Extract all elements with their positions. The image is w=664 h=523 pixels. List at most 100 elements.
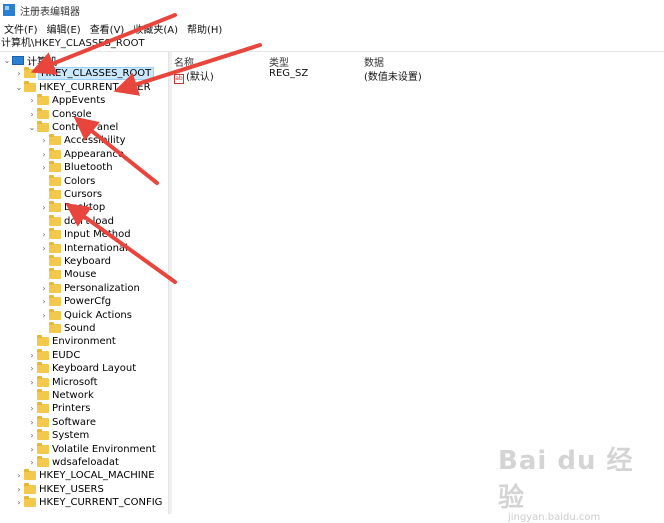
menu-view[interactable]: 查看(V) <box>86 21 130 36</box>
folder-icon <box>49 174 61 186</box>
folder-icon <box>37 348 49 360</box>
tree-item-label: Environment <box>52 336 116 348</box>
chevron-right-icon[interactable]: › <box>14 471 24 480</box>
chevron-right-icon[interactable]: › <box>39 203 49 212</box>
tree-item[interactable]: › Software <box>27 415 96 429</box>
tree-item-label: Desktop <box>64 202 106 214</box>
menu-bar: 文件(F) 编辑(E) 查看(V) 收藏夹(A) 帮助(H) <box>0 20 664 36</box>
chevron-right-icon[interactable]: › <box>27 445 37 454</box>
chevron-right-icon[interactable]: › <box>27 431 37 440</box>
tree-item[interactable]: › International <box>39 241 128 255</box>
tree-item[interactable]: › HKEY_LOCAL_MACHINE <box>14 469 155 482</box>
chevron-right-icon[interactable]: › <box>27 378 37 387</box>
chevron-right-icon[interactable]: › <box>39 163 49 172</box>
value-row[interactable]: ab (默认) REG_SZ (数值未设置) <box>172 68 664 84</box>
folder-icon <box>37 429 49 441</box>
tree-item[interactable]: › EUDC <box>27 348 80 362</box>
tree-item[interactable]: › HKEY_USERS <box>14 482 104 496</box>
tree-item[interactable]: Network <box>27 389 94 402</box>
tree-item[interactable]: › HKEY_CURRENT_CONFIG <box>14 496 162 509</box>
tree-item-label: HKEY_CURRENT_CONFIG <box>39 497 163 509</box>
chevron-right-icon[interactable]: › <box>27 110 37 119</box>
chevron-right-icon[interactable]: › <box>14 69 24 78</box>
address-bar[interactable]: 计算机\HKEY_CLASSES_ROOT <box>0 37 664 52</box>
tree-item[interactable]: › System <box>27 429 89 442</box>
tree-item[interactable]: › AppEvents <box>27 94 105 107</box>
value-data: (数值未设置) <box>364 72 422 83</box>
tree-item[interactable]: › Microsoft <box>27 375 98 389</box>
chevron-right-icon[interactable]: › <box>14 485 24 494</box>
tree-item-label: Sound <box>64 323 96 334</box>
window-title: 注册表编辑器 <box>20 6 80 18</box>
tree-item[interactable]: › Bluetooth <box>39 161 113 174</box>
tree-item[interactable]: ⌄ HKEY_CURRENT_USER <box>14 80 151 94</box>
tree-item[interactable]: ⌄ Control Panel <box>27 121 118 134</box>
tree-item[interactable]: Cursors <box>39 188 102 201</box>
chevron-down-icon[interactable]: ⌄ <box>14 83 24 92</box>
tree-item[interactable]: › Appearance <box>39 147 124 161</box>
tree-item[interactable]: › Console <box>27 107 92 121</box>
tree-item-label: Mouse <box>64 269 97 281</box>
chevron-right-icon[interactable]: › <box>39 150 49 159</box>
folder-icon <box>49 268 61 280</box>
tree-item-label: HKEY_USERS <box>39 483 104 495</box>
tree-item[interactable]: › Printers <box>27 402 90 415</box>
menu-file[interactable]: 文件(F) <box>0 21 43 36</box>
tree-item[interactable]: › Keyboard Layout <box>27 362 136 375</box>
menu-edit[interactable]: 编辑(E) <box>43 21 86 36</box>
tree-item[interactable]: Keyboard <box>39 255 111 268</box>
chevron-right-icon[interactable]: › <box>39 311 49 320</box>
chevron-right-icon[interactable]: › <box>27 404 37 413</box>
value-name-cell: ab (默认) <box>174 68 214 84</box>
tree-item-label: International <box>64 242 128 254</box>
tree-item[interactable]: Colors <box>39 174 95 188</box>
tree-item[interactable]: Mouse <box>39 268 96 281</box>
folder-icon <box>37 121 49 132</box>
column-header-type[interactable]: 类型 <box>269 54 289 69</box>
tree-item[interactable]: › Volatile Environment <box>27 442 156 456</box>
tree-item[interactable]: › Input Method <box>39 228 131 241</box>
watermark: Bai du 经验 jingyan.baidu.com <box>498 440 648 523</box>
chevron-right-icon[interactable]: › <box>39 297 49 306</box>
tree-item[interactable]: › HKEY_CLASSES_ROOT <box>14 67 155 81</box>
folder-icon <box>37 362 49 374</box>
tree-item[interactable]: › Desktop <box>39 201 105 214</box>
tree-item[interactable]: › wdsafeloadat <box>27 456 119 469</box>
chevron-right-icon[interactable]: › <box>39 244 49 253</box>
registry-editor-icon <box>3 4 15 16</box>
chevron-right-icon[interactable]: › <box>39 230 49 239</box>
chevron-right-icon[interactable]: › <box>27 96 37 105</box>
tree-item[interactable]: ⌄ 计算机 <box>2 54 57 68</box>
tree-item[interactable]: › Accessibility <box>39 134 126 147</box>
tree-item[interactable]: Sound <box>39 322 96 335</box>
tree-item[interactable]: › PowerCfg <box>39 295 111 308</box>
tree-item-label: HKEY_CLASSES_ROOT <box>37 67 155 81</box>
tree-item[interactable]: › Quick Actions <box>39 308 132 322</box>
chevron-right-icon[interactable]: › <box>14 498 24 507</box>
chevron-down-icon[interactable]: ⌄ <box>27 123 37 132</box>
folder-icon <box>49 322 61 333</box>
folder-icon <box>49 241 61 253</box>
chevron-down-icon[interactable]: ⌄ <box>2 56 12 65</box>
folder-icon <box>37 415 49 427</box>
chevron-right-icon[interactable]: › <box>27 364 37 373</box>
folder-icon <box>24 80 36 92</box>
folder-icon <box>37 442 49 454</box>
tree-item-label: AppEvents <box>52 95 106 107</box>
folder-icon <box>49 228 61 240</box>
menu-favorites[interactable]: 收藏夹(A) <box>129 21 183 36</box>
menu-help[interactable]: 帮助(H) <box>183 21 227 36</box>
tree-item-label: Keyboard <box>64 256 112 267</box>
column-header-data[interactable]: 数据 <box>364 54 384 69</box>
chevron-right-icon[interactable]: › <box>27 351 37 360</box>
folder-icon <box>49 161 61 173</box>
chevron-right-icon[interactable]: › <box>39 136 49 145</box>
chevron-right-icon[interactable]: › <box>27 458 37 467</box>
chevron-right-icon[interactable]: › <box>39 284 49 293</box>
tree-item-label: Quick Actions <box>64 309 132 321</box>
column-header-name[interactable]: 名称 <box>174 54 194 69</box>
tree-item[interactable]: don't load <box>39 214 114 228</box>
tree-item[interactable]: › Personalization <box>39 281 140 295</box>
chevron-right-icon[interactable]: › <box>27 418 37 427</box>
tree-item[interactable]: Environment <box>27 335 116 348</box>
